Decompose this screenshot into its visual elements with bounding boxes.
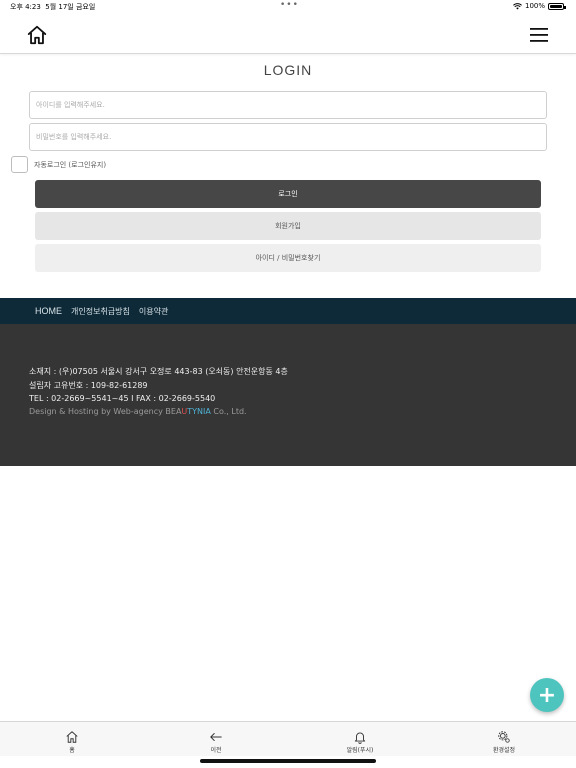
fab-add-button[interactable]: + xyxy=(530,678,564,712)
auto-login-checkbox[interactable] xyxy=(11,156,28,173)
battery-percent: 100% xyxy=(524,2,545,10)
footer-address: 소재지 : (우)07505 서울시 강서구 오정로 443-83 (오쇠동) … xyxy=(29,367,288,376)
status-right: 100% xyxy=(513,2,566,10)
tab-label-home: 홈 xyxy=(69,747,75,754)
tab-label-settings: 환경설정 xyxy=(492,747,516,754)
tab-label-notifications: 알림(푸시) xyxy=(346,747,374,754)
status-bar: 오후 4:23 5월 17일 금요일 ••• 100% xyxy=(0,0,576,14)
arrow-left-icon xyxy=(210,733,222,741)
login-button[interactable]: 로그인 xyxy=(35,180,541,208)
multitask-dots: ••• xyxy=(280,0,299,10)
tab-back[interactable]: 이전 xyxy=(144,722,288,756)
gear-icon xyxy=(498,731,510,743)
footer-link-home[interactable]: HOME xyxy=(35,306,62,316)
find-account-button[interactable]: 아이디 / 비밀번호찾기 xyxy=(35,244,541,272)
status-time: 오후 4:23 5월 17일 금요일 xyxy=(10,3,96,11)
footer-nav: HOME 개인정보취급방침 이용약관 xyxy=(0,298,576,324)
join-button[interactable]: 회원가입 xyxy=(35,212,541,240)
password-input[interactable] xyxy=(29,123,547,151)
tab-notifications[interactable]: 알림(푸시) xyxy=(288,722,432,756)
tab-label-back: 이전 xyxy=(210,747,222,754)
battery-icon xyxy=(548,2,566,10)
wifi-icon xyxy=(513,2,522,9)
home-indicator[interactable] xyxy=(200,759,376,763)
footer-credit: Design & Hosting by Web-agency BEAUTYNIA… xyxy=(29,407,247,416)
footer-contact: TEL : 02-2669~5541~45 I FAX : 02-2669-55… xyxy=(29,394,216,403)
tab-home[interactable]: 홈 xyxy=(0,722,144,756)
hamburger-menu-icon[interactable] xyxy=(530,27,548,43)
footer-info: 소재지 : (우)07505 서울시 강서구 오정로 443-83 (오쇠동) … xyxy=(0,324,576,466)
home-icon xyxy=(66,731,78,743)
plus-icon: + xyxy=(537,682,557,708)
footer-link-terms[interactable]: 이용약관 xyxy=(139,306,168,317)
app-header xyxy=(0,14,576,54)
bottom-tab-bar: 홈 이전 알림(푸시) 환경설정 xyxy=(0,721,576,756)
tab-settings[interactable]: 환경설정 xyxy=(432,722,576,756)
bell-icon xyxy=(354,732,366,744)
login-title: LOGIN xyxy=(263,62,313,78)
id-input[interactable] xyxy=(29,91,547,119)
home-icon[interactable] xyxy=(26,24,48,46)
footer-link-privacy[interactable]: 개인정보취급방침 xyxy=(71,306,130,317)
footer-registration: 설립자 고유번호 : 109-82-61289 xyxy=(29,381,148,390)
auto-login-label: 자동로그인 (로그인유지) xyxy=(34,160,107,169)
auto-login-row: 자동로그인 (로그인유지) xyxy=(11,156,106,173)
